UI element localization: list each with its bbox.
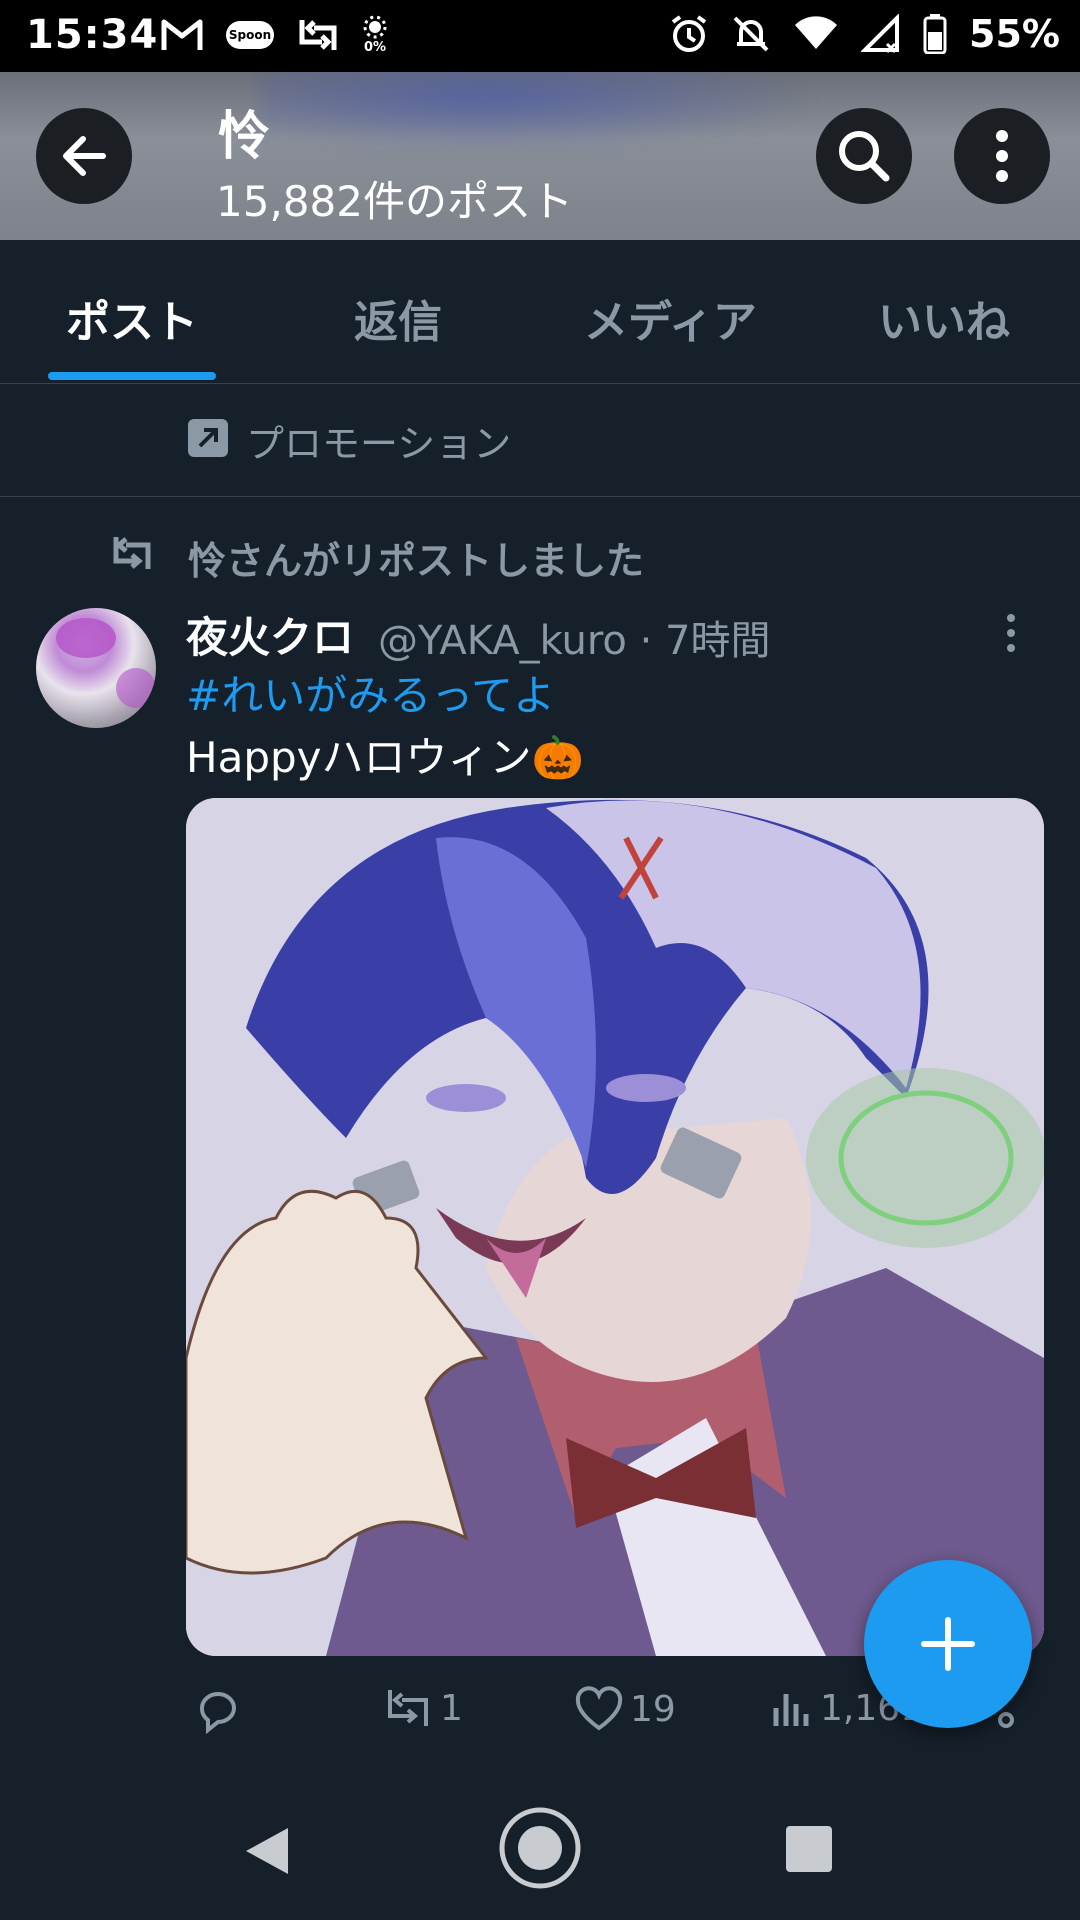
- plus-icon: [921, 1617, 975, 1671]
- gmail-icon: [161, 19, 203, 50]
- repost-indicator: [108, 528, 156, 578]
- nav-recents-icon[interactable]: [786, 1826, 832, 1872]
- more-options-button[interactable]: [954, 108, 1050, 204]
- brightness-icon: 0%: [362, 14, 388, 55]
- search-icon: [839, 131, 890, 182]
- more-vertical-icon: [1007, 614, 1015, 652]
- spoon-icon: Spoon: [226, 20, 274, 49]
- signal-icon: [861, 14, 900, 54]
- repost-button[interactable]: 1: [382, 1686, 463, 1730]
- repost-icon: [388, 1690, 428, 1726]
- promotion-row[interactable]: プロモーション: [0, 385, 1080, 497]
- tab-likes[interactable]: いいね: [878, 286, 1010, 350]
- page-title: 怜: [218, 107, 271, 167]
- heart-icon: [575, 1686, 623, 1731]
- more-vertical-icon: [996, 130, 1008, 182]
- tab-replies[interactable]: 返信: [354, 286, 442, 350]
- status-time: 15:34: [26, 12, 159, 58]
- author-handle-time[interactable]: @YAKA_kuro · 7時間: [378, 608, 771, 666]
- tweet-text: Happyハロウィン🎃: [186, 733, 584, 782]
- analytics-icon: [773, 1694, 809, 1726]
- alarm-icon: [671, 15, 707, 52]
- header-banner: [260, 72, 820, 152]
- hashtag-link[interactable]: #れいがみるってよ: [186, 662, 555, 723]
- active-tab-indicator: [48, 372, 216, 380]
- illustration: [186, 798, 1044, 1656]
- tweet-image[interactable]: [186, 798, 1044, 1656]
- search-button[interactable]: [816, 108, 912, 204]
- avatar[interactable]: [36, 608, 156, 728]
- promoted-icon: [188, 419, 228, 457]
- author-name[interactable]: 夜火クロ: [186, 604, 354, 665]
- compose-post-button[interactable]: [864, 1560, 1032, 1728]
- reply-icon: [200, 1692, 236, 1734]
- tab-media[interactable]: メディア: [584, 286, 757, 350]
- nav-back-icon[interactable]: [244, 1826, 290, 1876]
- wifi-icon: 5: [793, 13, 839, 55]
- reply-button[interactable]: [194, 1686, 248, 1734]
- like-button[interactable]: 19: [574, 1686, 676, 1732]
- arrow-left-icon: [63, 136, 106, 176]
- status-icons-right: 5 55%: [669, 12, 1060, 56]
- nav-home-icon[interactable]: [498, 1806, 582, 1890]
- repost-icon: [113, 537, 151, 569]
- mute-icon: [733, 16, 769, 52]
- repost-icon: [299, 19, 337, 50]
- status-bar: 15:34 Spoon 0% 5 55%: [0, 0, 1080, 72]
- profile-tabs: ポスト 返信 メディア いいね: [0, 240, 1080, 384]
- like-count: 19: [630, 1688, 676, 1730]
- repost-count: 1: [440, 1687, 463, 1729]
- tab-posts[interactable]: ポスト: [66, 286, 198, 350]
- repost-label: 怜さんがリポストしました: [188, 539, 645, 583]
- promotion-label: プロモーション: [246, 422, 512, 466]
- status-icons-left: Spoon 0%: [160, 14, 388, 55]
- battery-percent: 55%: [969, 12, 1060, 56]
- battery-icon: [923, 14, 947, 54]
- system-nav-bar: [0, 1776, 1080, 1920]
- post-count: 15,882件のポスト: [216, 177, 573, 226]
- back-button[interactable]: [36, 108, 132, 204]
- tweet-more-button[interactable]: [1004, 612, 1018, 658]
- profile-header: 怜 15,882件のポスト: [0, 72, 1080, 240]
